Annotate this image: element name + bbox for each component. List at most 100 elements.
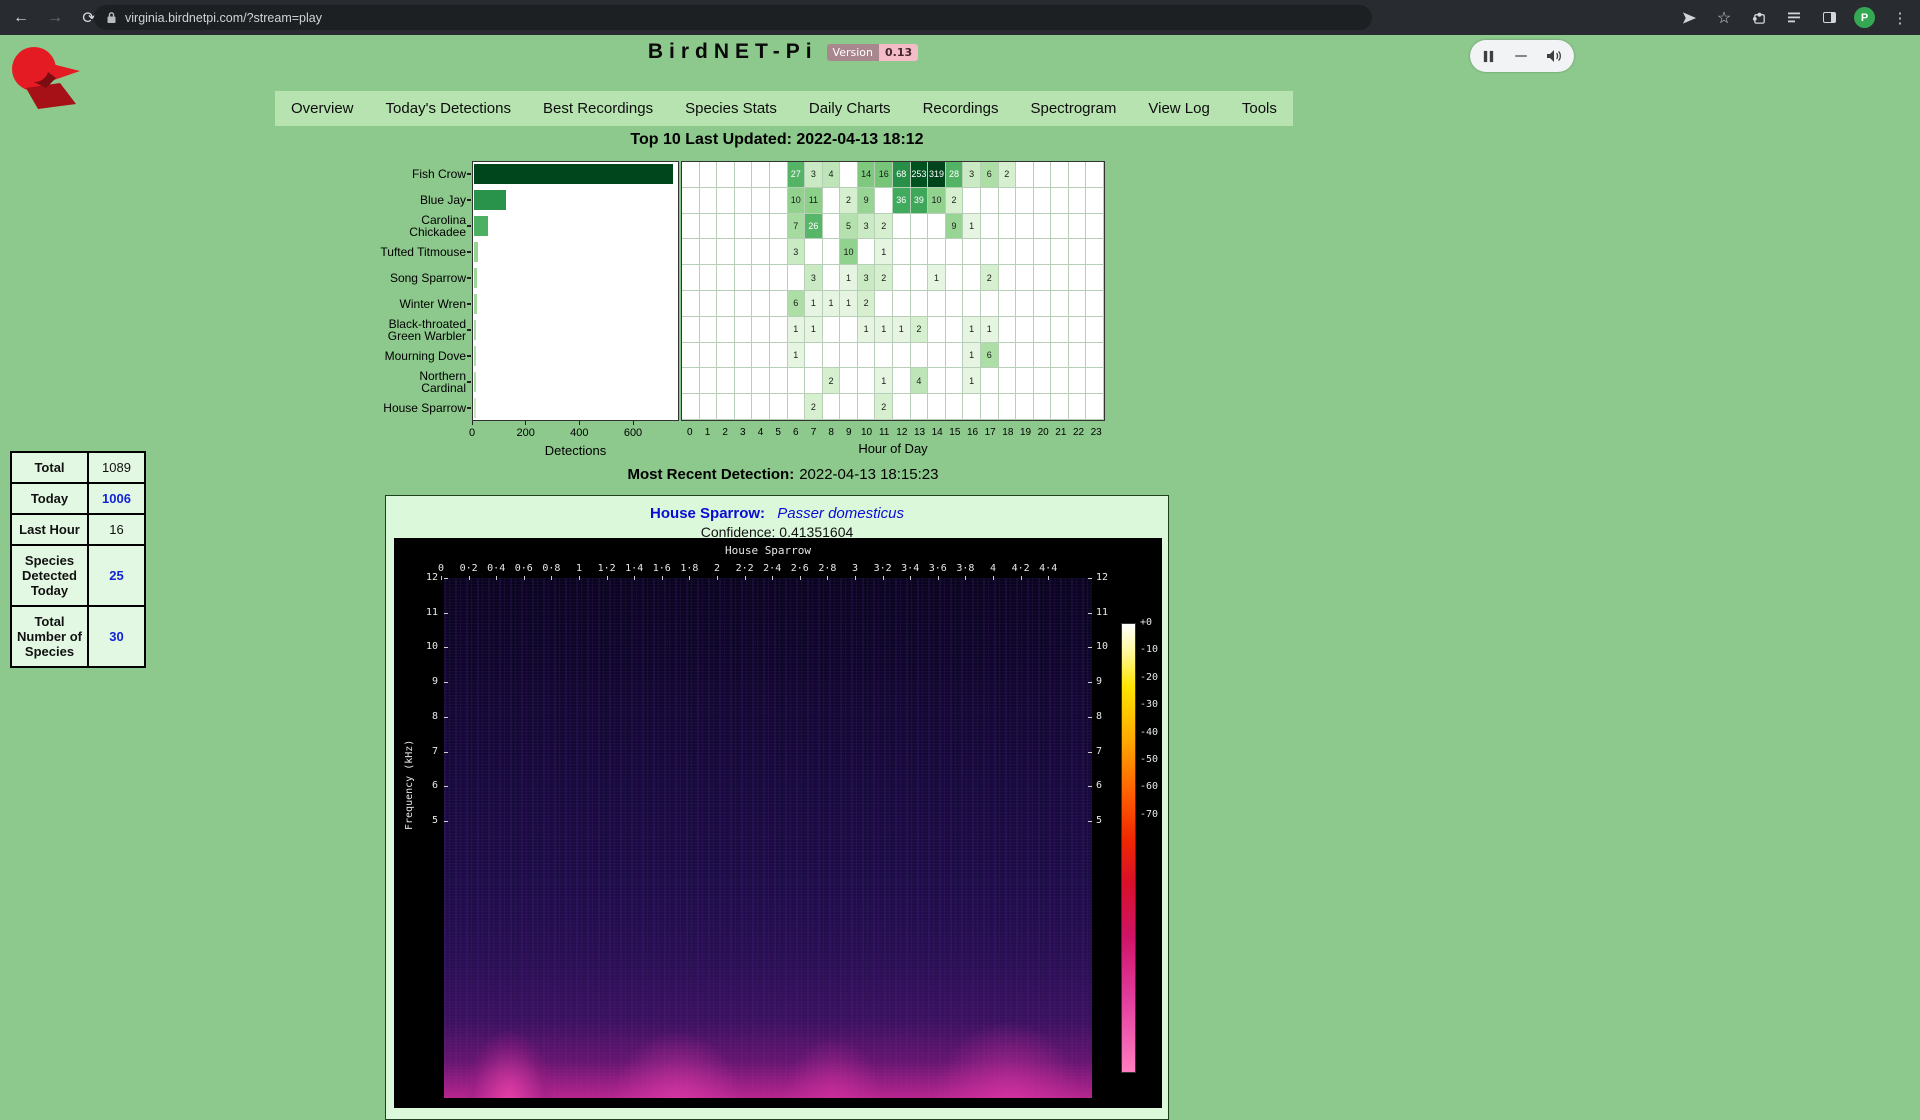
species-label-carolina-chickadee: Carolina Chickadee — [376, 213, 466, 239]
heatmap-cell: 2 — [999, 162, 1017, 188]
hour-tick-label: 8 — [828, 427, 834, 438]
stats-label-total: Total — [11, 452, 88, 483]
heatmap-cell — [858, 394, 876, 420]
heatmap-cell — [963, 265, 981, 291]
spectrogram-ytick-label-left: 5 — [418, 815, 438, 826]
heatmap-cell — [1016, 317, 1034, 343]
hour-tick-label: 5 — [775, 427, 781, 438]
heatmap-cell — [928, 239, 946, 265]
spectrogram-xtick-label: 1 — [576, 563, 582, 574]
heatmap-cell — [700, 188, 718, 214]
spectrogram-xtick-label: 2·4 — [763, 563, 781, 574]
most-recent-label: Most Recent Detection: — [628, 466, 795, 483]
stats-row-total-number-of-species: Total Number of Species30 — [11, 606, 145, 667]
volume-icon[interactable] — [1546, 49, 1562, 63]
browser-menu-icon[interactable]: ⋮ — [1890, 8, 1910, 28]
heatmap-cell — [1069, 291, 1087, 317]
stats-value-total: 1089 — [88, 452, 145, 483]
main-nav: Overview Today's Detections Best Recording… — [275, 91, 1293, 126]
heatmap-cell — [1086, 214, 1104, 240]
bookmark-star-icon[interactable]: ☆ — [1714, 8, 1734, 28]
spectrogram-xtick — [496, 576, 497, 580]
stats-value-species-detected-today[interactable]: 25 — [88, 545, 145, 606]
heatmap-cell: 1 — [893, 317, 911, 343]
top10-heading: Top 10 Last Updated: 2022-04-13 18:12 — [420, 131, 1134, 149]
side-panel-icon[interactable] — [1819, 8, 1839, 28]
stats-value-total-number-of-species[interactable]: 30 — [88, 606, 145, 667]
detection-species[interactable]: House Sparrow: — [650, 505, 765, 522]
stats-value-last-hour: 16 — [88, 514, 145, 545]
nav-item-overview[interactable]: Overview — [291, 100, 354, 117]
heatmap-cell — [735, 317, 753, 343]
heatmap-cell — [700, 394, 718, 420]
hour-tick-label: 4 — [758, 427, 764, 438]
hour-tick-label: 12 — [896, 427, 907, 438]
hour-tick-label: 6 — [793, 427, 799, 438]
heatmap-cell — [893, 291, 911, 317]
heatmap-cell — [893, 368, 911, 394]
nav-item-today-s-detections[interactable]: Today's Detections — [386, 100, 511, 117]
spectrogram-ytick-label-right: 11 — [1096, 607, 1118, 618]
spectrogram-xtick — [662, 576, 663, 580]
profile-avatar[interactable]: P — [1854, 7, 1875, 28]
nav-item-best-recordings[interactable]: Best Recordings — [543, 100, 653, 117]
heatmap-cell — [700, 343, 718, 369]
heatmap-cell — [752, 317, 770, 343]
heatmap-cell — [717, 343, 735, 369]
spectrogram-plot — [444, 578, 1092, 1098]
spectrogram-ytick-label-right: 8 — [1096, 711, 1118, 722]
spectrogram-xtick — [441, 576, 442, 580]
species-label-fish-crow: Fish Crow — [376, 161, 466, 187]
nav-item-recordings[interactable]: Recordings — [923, 100, 999, 117]
heatmap-cell — [735, 239, 753, 265]
heatmap-cell — [1051, 291, 1069, 317]
hour-tick-label: 3 — [740, 427, 746, 438]
nav-item-view-log[interactable]: View Log — [1148, 100, 1209, 117]
url-bar[interactable]: virginia.birdnetpi.com/?stream=play — [94, 5, 1372, 30]
version-badge-value: 0.13 — [879, 44, 918, 61]
back-button[interactable]: ← — [8, 5, 34, 31]
bar-northern-cardinal — [474, 372, 476, 392]
audio-progress[interactable] — [1515, 55, 1527, 57]
heatmap-cell — [735, 162, 753, 188]
heatmap-cell — [1016, 162, 1034, 188]
species-label-song-sparrow: Song Sparrow — [376, 265, 466, 291]
heatmap-cell — [700, 239, 718, 265]
heatmap-cell — [981, 214, 999, 240]
heatmap-cell — [1016, 291, 1034, 317]
nav-item-spectrogram[interactable]: Spectrogram — [1030, 100, 1116, 117]
nav-item-daily-charts[interactable]: Daily Charts — [809, 100, 891, 117]
heatmap-cell — [999, 239, 1017, 265]
heatmap-cell — [981, 394, 999, 420]
extensions-icon[interactable] — [1749, 8, 1769, 28]
bar-xaxis-label: Detections — [472, 443, 679, 458]
spectrogram-xtick-label: 0 — [438, 563, 444, 574]
hour-tick-label: 10 — [861, 427, 872, 438]
nav-item-tools[interactable]: Tools — [1242, 100, 1277, 117]
heatmap-cell: 1 — [823, 291, 841, 317]
pause-button[interactable] — [1482, 50, 1495, 63]
bar-xaxis-tick — [472, 421, 473, 425]
send-icon[interactable] — [1679, 8, 1699, 28]
heatmap-cell: 253 — [911, 162, 929, 188]
audio-player[interactable] — [1470, 40, 1574, 72]
most-recent-detection: Most Recent Detection:2022-04-13 18:15:2… — [420, 466, 1146, 483]
heatmap-cell — [1016, 394, 1034, 420]
stats-value-today[interactable]: 1006 — [88, 483, 145, 514]
heatmap-cell: 28 — [946, 162, 964, 188]
reading-list-icon[interactable] — [1784, 8, 1804, 28]
heatmap-cell — [1051, 239, 1069, 265]
heatmap-cell: 7 — [788, 214, 806, 240]
heatmap-cell: 1 — [963, 368, 981, 394]
spectrogram-ytick — [1088, 717, 1092, 718]
heatmap-cell — [999, 343, 1017, 369]
hour-tick-label: 20 — [1038, 427, 1049, 438]
heatmap-cell: 36 — [893, 188, 911, 214]
spectrogram-ytick — [444, 578, 448, 579]
nav-item-species-stats[interactable]: Species Stats — [685, 100, 777, 117]
spectrogram-ytick — [444, 786, 448, 787]
stats-row-today: Today1006 — [11, 483, 145, 514]
top10-chart: 2734141668253319283621011293639102726532… — [472, 161, 1105, 461]
forward-button[interactable]: → — [42, 5, 68, 31]
heatmap-cell — [1069, 368, 1087, 394]
